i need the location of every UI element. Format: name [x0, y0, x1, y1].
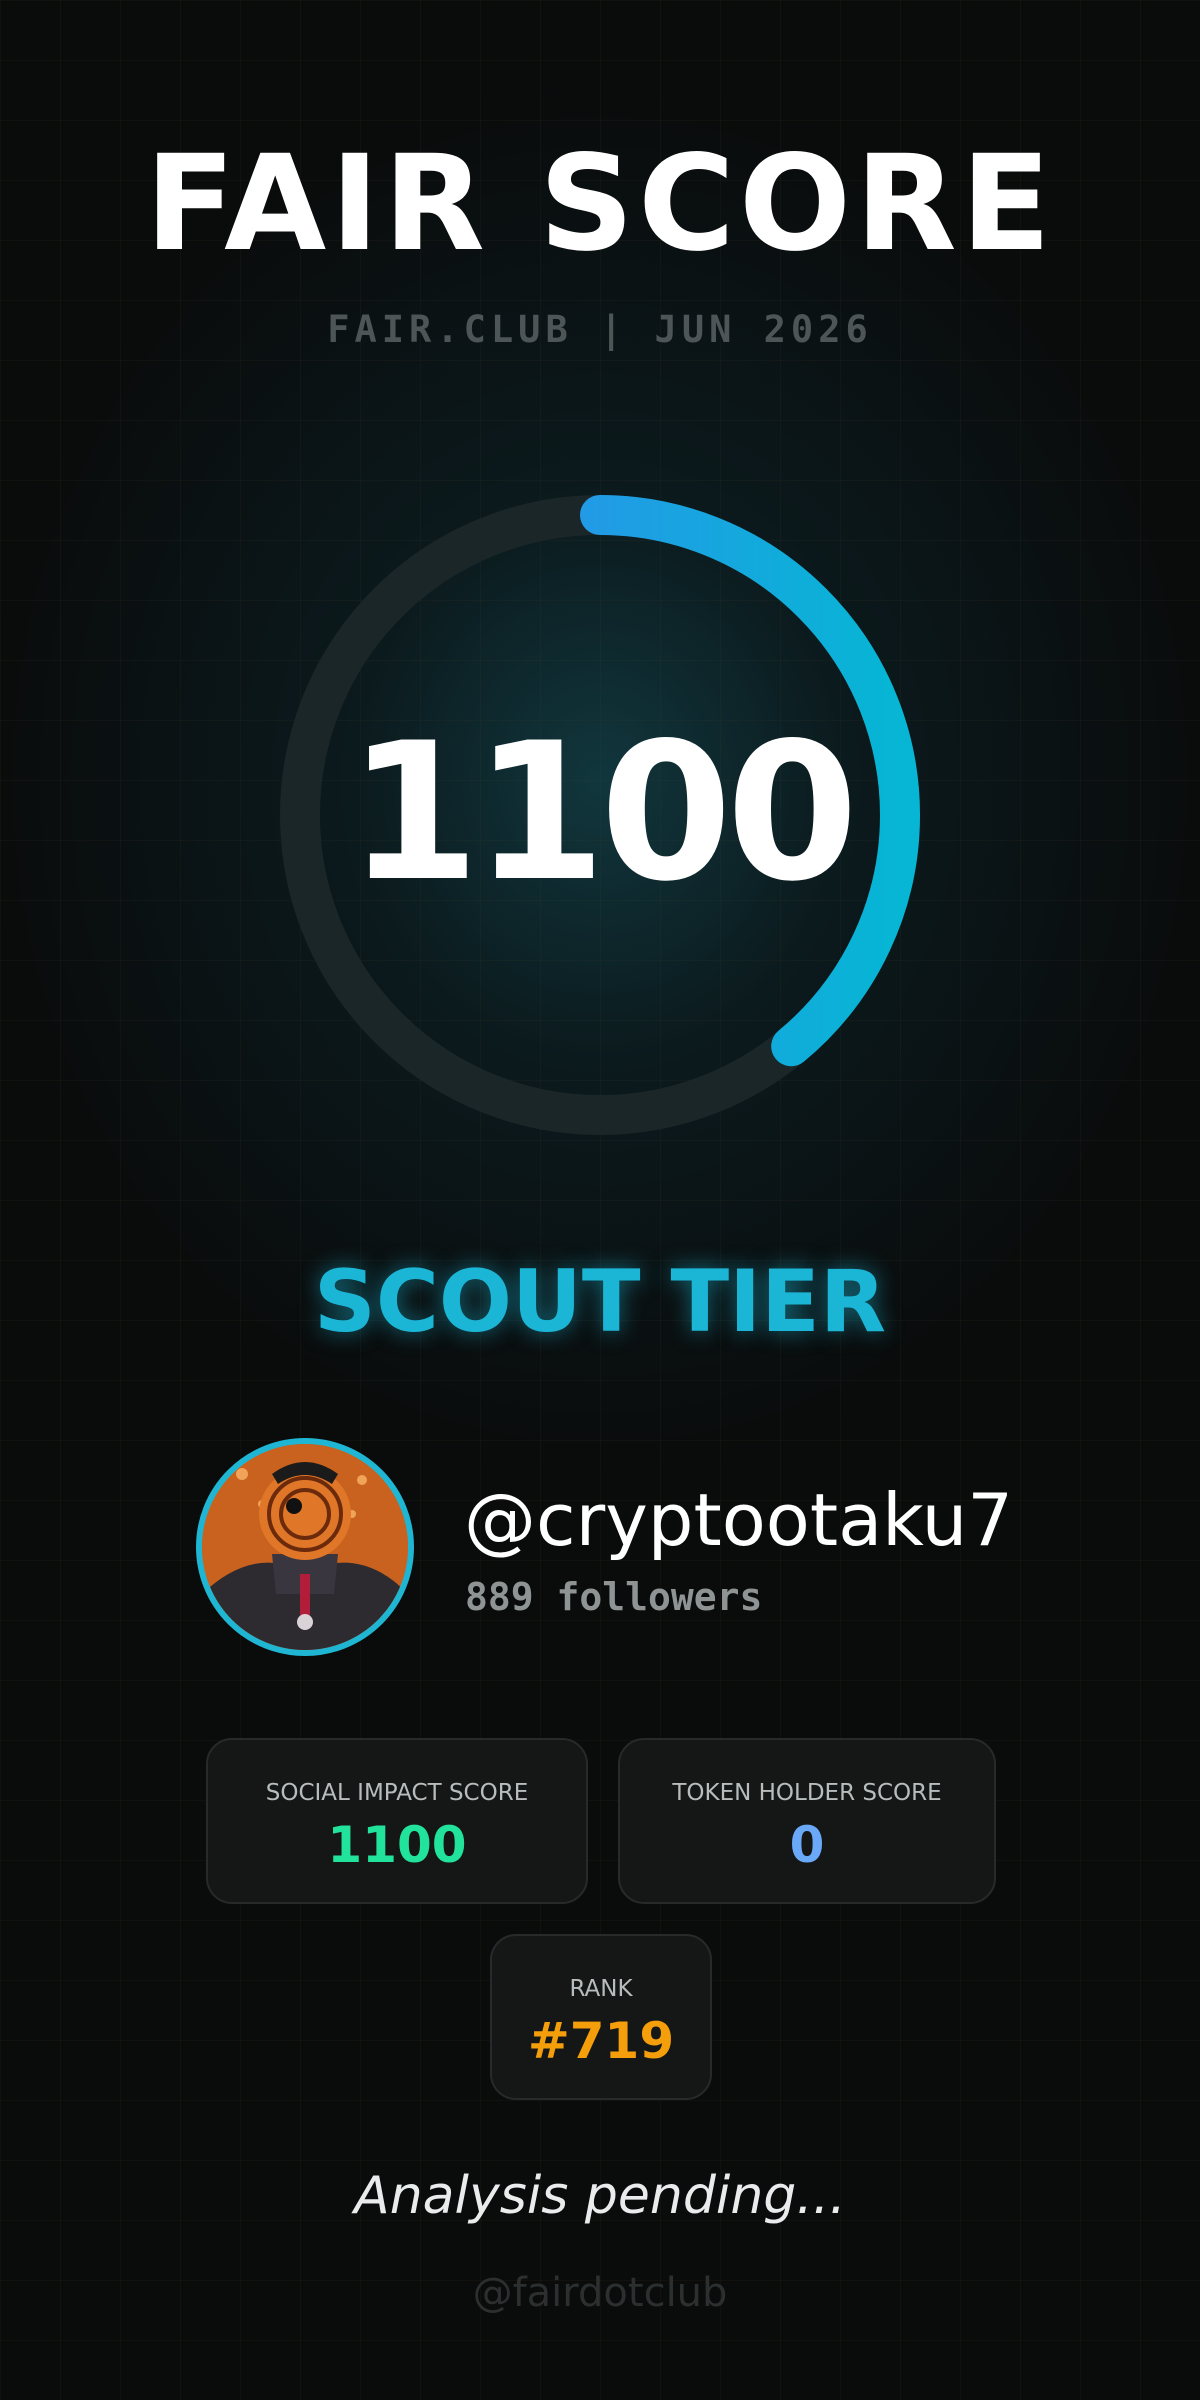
rank-card: RANK #719 [490, 1934, 712, 2100]
rank-label: RANK [569, 1976, 633, 2002]
follower-count: 889 followers [465, 1575, 763, 1619]
score-value: 1100 [347, 702, 859, 923]
social-impact-card: SOCIAL IMPACT SCORE 1100 [206, 1738, 588, 1904]
social-impact-value: 1100 [327, 1816, 467, 1874]
rank-value: #719 [527, 2012, 675, 2070]
social-impact-label: SOCIAL IMPACT SCORE [265, 1780, 529, 1806]
page-subtitle: FAIR.CLUB | JUN 2026 [327, 308, 873, 351]
analysis-status: Analysis pending... [354, 2166, 846, 2226]
fair-score-card: FAIR SCORE FAIR.CLUB | JUN 2026 1100 SCO… [0, 0, 1200, 2400]
masked-ninja-avatar-icon [202, 1444, 408, 1650]
tier-label: SCOUT TIER [313, 1252, 887, 1352]
token-holder-card: TOKEN HOLDER SCORE 0 [618, 1738, 996, 1904]
profile-handle[interactable]: @cryptootaku7 [464, 1478, 1013, 1562]
avatar [196, 1438, 414, 1656]
token-holder-value: 0 [789, 1816, 825, 1874]
footer-handle[interactable]: @fairdotclub [0, 2270, 1200, 2316]
page-title: FAIR SCORE [145, 127, 1055, 281]
token-holder-label: TOKEN HOLDER SCORE [672, 1780, 942, 1806]
